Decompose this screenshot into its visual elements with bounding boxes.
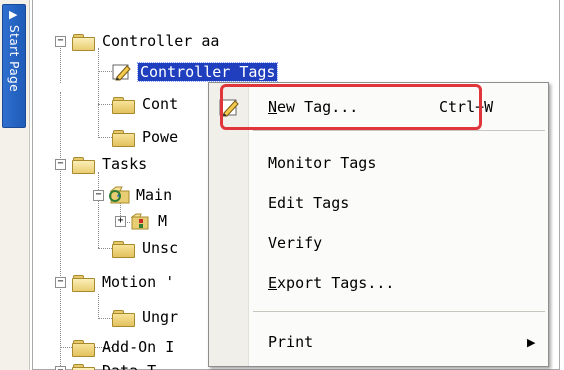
continuous-task-icon xyxy=(108,186,130,204)
tree-item-power-up-handler[interactable]: Powe xyxy=(112,126,180,148)
menu-item-verify[interactable]: Verify xyxy=(209,225,548,261)
tree-item-label: Main xyxy=(136,186,173,204)
collapse-controller-toggle[interactable]: − xyxy=(55,36,66,47)
folder-open-icon xyxy=(72,274,95,292)
folder-icon xyxy=(112,96,135,114)
tree-item-controller-tags[interactable]: Controller Tags xyxy=(112,61,279,83)
tree-item-unscheduled-programs[interactable]: Unsc xyxy=(112,237,180,259)
program-icon xyxy=(130,212,150,230)
menu-separator xyxy=(253,130,545,131)
tree-item-label: Powe xyxy=(142,128,179,146)
tree-item-label: Motion ' xyxy=(102,273,175,291)
tree-item-data-types[interactable]: Data T xyxy=(72,360,158,370)
menu-separator xyxy=(253,311,545,312)
tree-line xyxy=(98,248,112,249)
tree-item-main-program[interactable]: M xyxy=(130,210,169,232)
highlight-annotation-box xyxy=(220,84,482,130)
tree-item-add-on-instructions[interactable]: Add-On I xyxy=(72,336,176,358)
menu-item-monitor-tags[interactable]: Monitor Tags xyxy=(209,145,548,181)
folder-icon xyxy=(112,309,135,327)
tree-line xyxy=(98,294,99,319)
tree-item-main-task[interactable]: Main xyxy=(108,184,174,206)
folder-open-icon xyxy=(72,363,95,370)
expand-mainprogram-toggle[interactable]: + xyxy=(115,216,126,227)
edit-tags-label: Edit Tags xyxy=(268,194,350,212)
tree-item-label: Controller Tags xyxy=(136,62,279,82)
tree-item-label: Cont xyxy=(142,95,179,113)
start-page-tab[interactable]: ▶ Start Page xyxy=(2,4,26,128)
tree-line xyxy=(98,318,112,319)
tree-item-controller[interactable]: Controller aa xyxy=(72,30,221,52)
print-label: Print xyxy=(268,333,314,351)
tree-item-motion-groups[interactable]: Motion ' xyxy=(72,271,176,293)
menu-item-print[interactable]: Print ▶ xyxy=(209,324,548,360)
tree-item-label: Unsc xyxy=(142,239,179,257)
verify-label: Verify xyxy=(268,234,323,252)
collapse-datatypes-toggle[interactable]: − xyxy=(55,366,66,370)
collapse-maintask-toggle[interactable]: − xyxy=(93,190,104,201)
tree-item-label: Tasks xyxy=(102,155,148,173)
tree-line xyxy=(60,48,61,83)
tree-line xyxy=(98,104,112,105)
folder-open-icon xyxy=(72,33,95,51)
menu-item-edit-tags[interactable]: Edit Tags xyxy=(209,185,548,221)
tree-item-ungrouped-axes[interactable]: Ungr xyxy=(112,306,180,328)
start-page-label: Start Page xyxy=(7,25,21,93)
tree-item-label: M xyxy=(158,212,168,230)
tree-line xyxy=(60,92,61,160)
collapse-tasks-toggle[interactable]: − xyxy=(55,159,66,170)
tree-line xyxy=(98,48,99,138)
tree-line xyxy=(98,137,112,138)
submenu-arrow-icon: ▶ xyxy=(527,335,536,349)
tree-item-label: Controller aa xyxy=(102,32,220,50)
tree-item-label: Data T xyxy=(100,362,158,370)
folder-icon xyxy=(112,129,135,147)
expand-arrow-icon[interactable]: ▶ xyxy=(9,8,17,21)
tree-item-controller-fault-handler[interactable]: Cont xyxy=(112,93,180,115)
tree-item-label: Ungr xyxy=(142,308,179,326)
folder-open-icon xyxy=(72,156,95,174)
tree-line xyxy=(60,166,61,276)
export-tags-label: Export Tags... xyxy=(268,274,395,292)
left-dock-strip: ▶ Start Page xyxy=(0,0,30,370)
tree-line xyxy=(60,286,61,370)
monitor-tags-label: Monitor Tags xyxy=(268,154,377,172)
tree-line xyxy=(98,172,99,248)
folder-icon xyxy=(72,339,95,357)
tree-line xyxy=(98,71,112,72)
tree-item-tasks[interactable]: Tasks xyxy=(72,153,149,175)
tag-pencil-icon xyxy=(112,63,132,81)
collapse-motion-toggle[interactable]: − xyxy=(55,277,66,288)
folder-icon xyxy=(112,240,135,258)
menu-item-export-tags[interactable]: Export Tags... xyxy=(209,265,548,301)
tree-item-label: Add-On I xyxy=(102,338,175,356)
